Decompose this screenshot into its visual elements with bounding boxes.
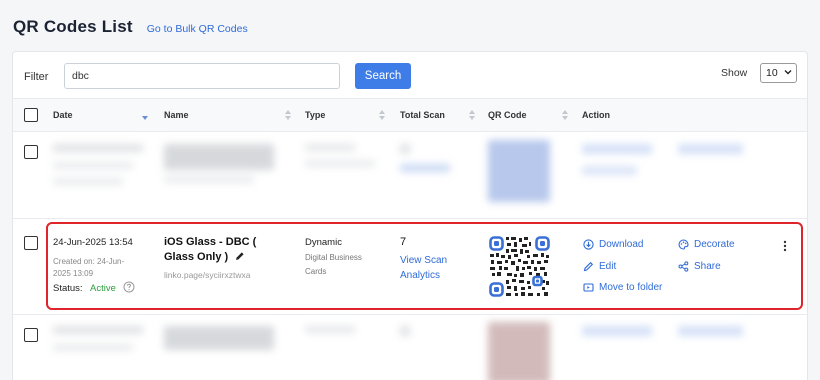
pencil-icon[interactable] [235, 251, 245, 261]
page-header: QR Codes List Go to Bulk QR Codes [13, 17, 248, 37]
blurred-table-row [13, 318, 807, 380]
blurred-content [305, 326, 355, 333]
column-date[interactable]: Date [53, 110, 73, 120]
sort-icon[interactable] [285, 109, 291, 121]
view-scan-analytics-link-line1[interactable]: View Scan [400, 255, 447, 266]
chevron-down-icon [784, 70, 792, 75]
blurred-content [678, 326, 743, 336]
row-divider [13, 314, 807, 315]
row-status-label: Status: [53, 283, 83, 294]
column-qr-code[interactable]: QR Code [488, 110, 527, 120]
row-type-line1: Dynamic [305, 237, 342, 248]
blurred-content [164, 176, 254, 183]
sort-icon[interactable] [469, 109, 475, 121]
show-label: Show [721, 67, 748, 79]
blurred-content [488, 322, 550, 380]
blurred-content [53, 144, 143, 152]
bulk-qr-codes-link[interactable]: Go to Bulk QR Codes [147, 23, 248, 35]
table-header: Date Name Type Total Scan QR Code Action [13, 98, 807, 132]
blurred-content [582, 326, 652, 336]
move-to-folder-action[interactable]: Move to folder [583, 282, 662, 293]
column-type[interactable]: Type [305, 110, 325, 120]
sort-desc-icon[interactable] [142, 112, 148, 124]
blurred-content [164, 326, 274, 350]
edit-action[interactable]: Edit [583, 261, 616, 272]
decorate-action[interactable]: Decorate [678, 239, 735, 250]
blurred-content [582, 144, 652, 154]
row-date: 24-Jun-2025 13:54 [53, 237, 133, 248]
more-options-icon[interactable] [782, 239, 788, 253]
blurred-content [53, 162, 133, 169]
download-icon [583, 239, 594, 250]
blurred-content [400, 164, 450, 172]
blurred-content [53, 326, 143, 334]
edit-label: Edit [599, 261, 617, 272]
blurred-content [305, 144, 355, 151]
move-to-folder-label: Move to folder [599, 282, 663, 293]
move-folder-icon [583, 283, 594, 292]
blurred-content [678, 144, 743, 154]
decorate-label: Decorate [694, 239, 735, 250]
column-total-scan[interactable]: Total Scan [400, 110, 445, 120]
page-size-select[interactable]: 10 [760, 63, 797, 83]
sort-icon[interactable] [562, 109, 568, 121]
row-scan-count: 7 [400, 236, 407, 248]
page-title: QR Codes List [13, 17, 133, 36]
row-name-line2[interactable]: Glass Only ) [164, 251, 228, 263]
blurred-content [400, 326, 410, 336]
blurred-content [488, 140, 550, 202]
share-label: Share [694, 261, 721, 272]
download-label: Download [599, 239, 644, 250]
blurred-content [582, 166, 637, 175]
column-name[interactable]: Name [164, 110, 189, 120]
blurred-content [305, 160, 375, 167]
blurred-content [164, 144, 274, 170]
blurred-content [53, 344, 133, 351]
blurred-content [53, 178, 123, 185]
blurred-content [400, 144, 410, 154]
edit-pencil-icon [583, 261, 594, 272]
row-name-line1[interactable]: iOS Glass - DBC ( [164, 236, 256, 248]
qr-code-image[interactable] [489, 236, 550, 297]
download-action[interactable]: Download [583, 239, 643, 250]
search-button[interactable]: Search [355, 63, 411, 89]
share-icon [678, 261, 689, 272]
row-created-line1: Created on: 24-Jun- [53, 257, 125, 266]
blurred-table-row [13, 136, 807, 206]
row-checkbox[interactable] [24, 236, 38, 250]
status-badge: Active [90, 283, 116, 294]
filter-input[interactable]: dbc [64, 63, 340, 89]
sort-icon[interactable] [379, 109, 385, 121]
row-type-line3: Cards [305, 267, 327, 276]
filter-label: Filter [24, 71, 49, 83]
row-type-line2: Digital Business [305, 253, 362, 262]
row-divider [13, 218, 807, 219]
row-created-line2: 2025 13:09 [53, 269, 94, 278]
palette-icon [678, 239, 689, 250]
help-icon[interactable] [123, 281, 135, 293]
page-size-value: 10 [766, 67, 778, 79]
share-action[interactable]: Share [678, 261, 721, 272]
qr-codes-table-card: Filter dbc Search Show 10 Date Name Type… [12, 51, 808, 380]
column-action: Action [582, 110, 610, 120]
select-all-checkbox[interactable] [24, 108, 38, 122]
row-short-url[interactable]: linko.page/syciirxztwxa [164, 270, 250, 280]
view-scan-analytics-link-line2[interactable]: Analytics [400, 270, 440, 281]
